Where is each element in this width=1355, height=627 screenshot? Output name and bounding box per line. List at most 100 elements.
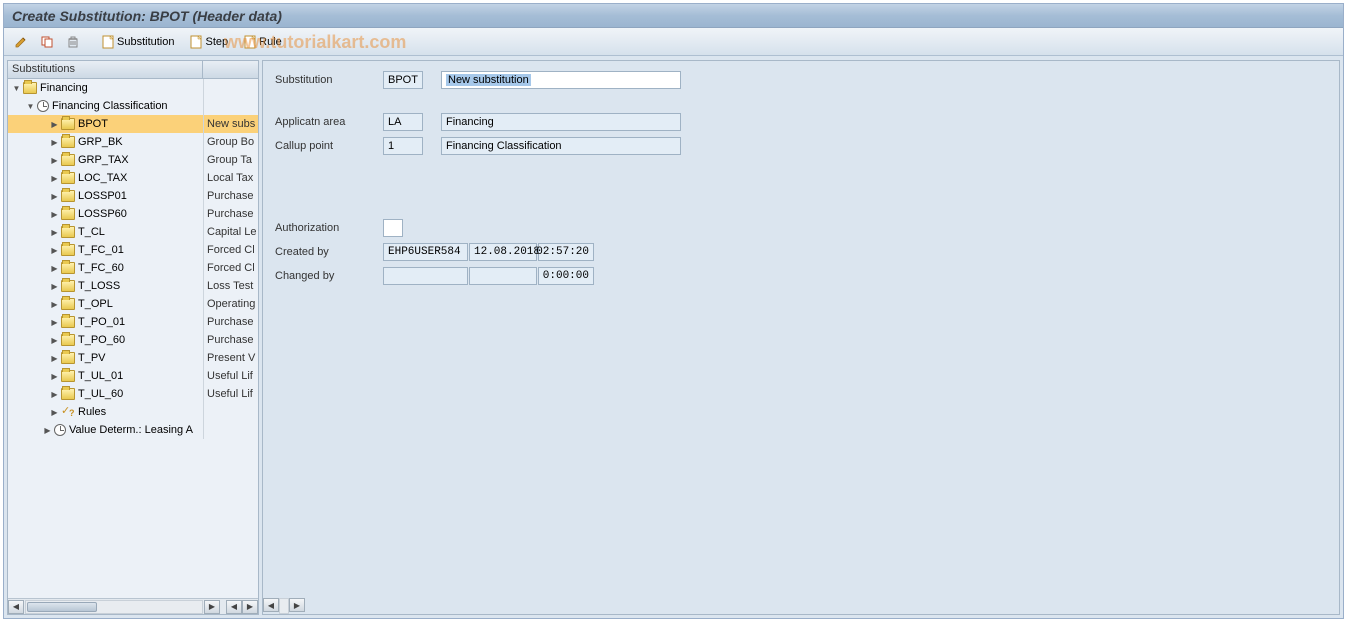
expand-icon[interactable]: ▶: [50, 318, 59, 327]
expand-icon[interactable]: ▶: [50, 282, 59, 291]
rules-icon: [61, 406, 75, 418]
tree-row[interactable]: ▶ LOSSP01 Purchase: [8, 187, 258, 205]
tree-row[interactable]: ▶GRP_BKGroup Bo: [8, 133, 258, 151]
tree-item-code: LOSSP60: [78, 208, 127, 220]
tree-item-code: T_UL_01: [78, 370, 123, 382]
field-auth[interactable]: [383, 219, 403, 237]
folder-icon: [61, 334, 75, 346]
row-auth: Authorization: [275, 217, 1327, 239]
substitution-button[interactable]: Substitution: [96, 32, 180, 52]
tree-item-desc: New subs: [203, 115, 258, 133]
scroll-left-icon-2[interactable]: ◀: [226, 600, 242, 614]
expand-icon[interactable]: ▶: [50, 210, 59, 219]
expand-icon[interactable]: ▶: [50, 264, 59, 273]
form-h-scroll[interactable]: ◀ ▶: [263, 598, 311, 614]
expand-icon[interactable]: ▶: [43, 426, 52, 435]
folder-icon: [61, 370, 75, 382]
expand-icon[interactable]: ▶: [50, 354, 59, 363]
folder-icon: [61, 118, 75, 130]
expand-icon[interactable]: ▶: [50, 336, 59, 345]
title-bar: Create Substitution: BPOT (Header data): [4, 4, 1343, 28]
scroll-left-icon[interactable]: ◀: [263, 598, 279, 612]
tree-label: Financing: [40, 82, 88, 94]
tree-item-code: LOC_TAX: [78, 172, 127, 184]
delete-icon-button[interactable]: [62, 32, 84, 52]
tree-row-financing[interactable]: ▼ Financing: [8, 79, 258, 97]
main-window: Create Substitution: BPOT (Header data): [3, 3, 1344, 619]
field-changed-date: [469, 267, 537, 285]
tree-item-desc: Useful Lif: [203, 367, 258, 385]
expand-icon[interactable]: ▶: [50, 174, 59, 183]
tree-body[interactable]: ▼ Financing ▼ Financing Classification ▶…: [8, 79, 258, 598]
field-changed-time: 0:00:00: [538, 267, 594, 285]
tree-item-code: T_CL: [78, 226, 105, 238]
tree-row-classification[interactable]: ▼ Financing Classification: [8, 97, 258, 115]
tree-row[interactable]: ▶T_FC_01Forced Cl: [8, 241, 258, 259]
tree-label: Value Determ.: Leasing A: [69, 424, 193, 436]
folder-open-icon: [23, 82, 37, 94]
expand-icon[interactable]: ▶: [50, 246, 59, 255]
folder-icon: [61, 280, 75, 292]
tree-row[interactable]: ▶T_OPLOperating: [8, 295, 258, 313]
tree-row[interactable]: ▶T_FC_60Forced Cl: [8, 259, 258, 277]
expand-icon[interactable]: ▶: [50, 138, 59, 147]
tree-row-value-determ[interactable]: ▶ Value Determ.: Leasing A: [8, 421, 258, 439]
field-callup-name: Financing Classification: [441, 137, 681, 155]
tree-row[interactable]: ▶ T_LOSS Loss Test: [8, 277, 258, 295]
scroll-right-icon[interactable]: ▶: [289, 598, 305, 612]
tree-item-desc: Useful Lif: [203, 385, 258, 403]
tree-item-code: T_LOSS: [78, 280, 120, 292]
folder-icon: [61, 316, 75, 328]
scroll-right-icon-2[interactable]: ▶: [242, 600, 258, 614]
field-created-date: 12.08.2018: [469, 243, 537, 261]
edit-icon-button[interactable]: [10, 32, 32, 52]
rule-button-label: Rule: [259, 36, 282, 48]
collapse-icon[interactable]: ▼: [26, 102, 35, 111]
tree-row[interactable]: ▶ T_CL Capital Le: [8, 223, 258, 241]
scroll-left-icon[interactable]: ◀: [8, 600, 24, 614]
tree-row[interactable]: ▶T_PO_60Purchase: [8, 331, 258, 349]
content-area: Substitutions ▼ Financing ▼ Fi: [4, 56, 1343, 618]
tree-row[interactable]: ▶T_PO_01Purchase: [8, 313, 258, 331]
scroll-right-icon[interactable]: ▶: [204, 600, 220, 614]
folder-icon: [61, 388, 75, 400]
field-changed-user: [383, 267, 468, 285]
tree-row[interactable]: ▶ T_UL_01 Useful Lif: [8, 367, 258, 385]
expand-icon[interactable]: ▶: [50, 192, 59, 201]
folder-icon: [61, 154, 75, 166]
expand-icon[interactable]: ▶: [50, 228, 59, 237]
tree-item-desc: Capital Le: [203, 223, 258, 241]
copy-icon-button[interactable]: [36, 32, 58, 52]
expand-icon[interactable]: ▶: [50, 408, 59, 417]
row-app-area: Applicatn area LA Financing: [275, 111, 1327, 133]
tree-item-desc: Loss Test: [203, 277, 258, 295]
step-button[interactable]: Step: [184, 32, 234, 52]
tree-item-code: T_PO_60: [78, 334, 125, 346]
tree-row[interactable]: ▶T_UL_60Useful Lif: [8, 385, 258, 403]
rule-button[interactable]: Rule: [238, 32, 288, 52]
tree-item-desc: Purchase: [203, 187, 258, 205]
tree-row[interactable]: ▶LOSSP60Purchase: [8, 205, 258, 223]
tree-row[interactable]: ▶BPOTNew subs: [8, 115, 258, 133]
new-doc-icon: [102, 35, 114, 49]
expand-icon[interactable]: ▶: [50, 120, 59, 129]
expand-icon[interactable]: ▶: [50, 300, 59, 309]
tree-h-scrollbar[interactable]: ◀ ▶ ◀ ▶: [8, 598, 258, 614]
row-created: Created by EHP6USER584 12.08.2018 02:57:…: [275, 241, 1327, 263]
tree-row[interactable]: ▶LOC_TAXLocal Tax: [8, 169, 258, 187]
tree-item-desc: Operating: [203, 295, 258, 313]
field-callup-code: 1: [383, 137, 423, 155]
tree-row-rules[interactable]: ▶ Rules: [8, 403, 258, 421]
expand-icon[interactable]: ▶: [50, 390, 59, 399]
field-substitution-name[interactable]: New substitution: [441, 71, 681, 89]
form-panel: Substitution BPOT New substitution Appli…: [262, 60, 1340, 615]
expand-icon[interactable]: ▶: [50, 156, 59, 165]
collapse-icon[interactable]: ▼: [12, 84, 21, 93]
tree-row[interactable]: ▶GRP_TAXGroup Ta: [8, 151, 258, 169]
folder-icon: [61, 190, 75, 202]
tree-row[interactable]: ▶T_PVPresent V: [8, 349, 258, 367]
expand-icon[interactable]: ▶: [50, 372, 59, 381]
tree-item-code: T_FC_60: [78, 262, 124, 274]
tree-item-code: LOSSP01: [78, 190, 127, 202]
folder-icon: [61, 262, 75, 274]
